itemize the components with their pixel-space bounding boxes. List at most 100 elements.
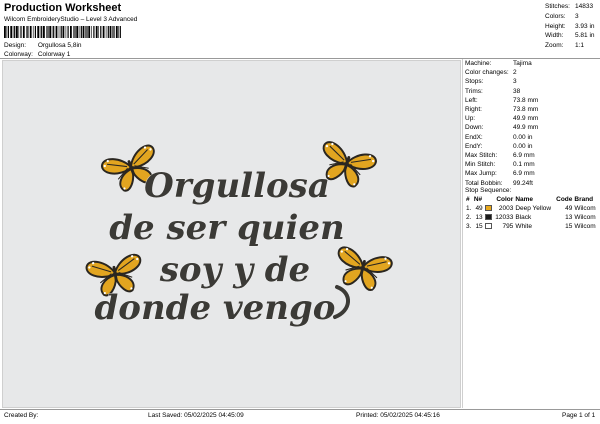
worksheet-title: Production Worksheet xyxy=(4,2,122,14)
info-value: 73.8 mm xyxy=(513,96,539,104)
thread-code: 49 xyxy=(565,205,573,212)
barcode-bar xyxy=(32,26,34,38)
stat-row: Height: 3.93 in xyxy=(545,22,595,32)
stop-number: 1. xyxy=(466,205,472,212)
design-preview: Orgullosa de ser quien soy y de donde ve… xyxy=(2,60,461,408)
barcode-bar xyxy=(51,26,53,38)
info-row: Max Stitch: 6.9 mm xyxy=(465,151,600,160)
info-label: EndY: xyxy=(465,142,483,150)
barcode-bar xyxy=(73,26,74,38)
barcode-bar xyxy=(6,26,8,38)
barcode-bar xyxy=(37,26,40,38)
swatch-box xyxy=(484,205,492,212)
color-code: 795 xyxy=(502,223,514,230)
stat-row: Zoom: 1:1 xyxy=(545,41,595,51)
stat-row: Stitches: 14833 xyxy=(545,2,595,12)
col-code: Code xyxy=(556,196,573,203)
col-stop: # xyxy=(466,196,470,203)
info-row: Right: 73.8 mm xyxy=(465,105,600,114)
stat-value: 3 xyxy=(575,12,579,20)
barcode-bar xyxy=(76,26,79,38)
barcode-bar xyxy=(10,26,13,38)
color-code: 12033 xyxy=(495,214,514,221)
barcode-bar xyxy=(67,26,69,38)
info-label: Max Stitch: xyxy=(465,152,498,160)
design-artwork: Orgullosa de ser quien soy y de donde ve… xyxy=(84,139,394,328)
info-row: Down: 49.9 mm xyxy=(465,123,600,132)
barcode-bar xyxy=(22,26,25,38)
col-needle: N# xyxy=(473,196,483,203)
colorway-value: Colorway 1 xyxy=(37,51,71,58)
page-number: Page 1 of 1 xyxy=(562,412,596,419)
barcode-bar xyxy=(62,26,65,38)
barcode-bar xyxy=(58,26,60,38)
design-label: Design: xyxy=(4,42,27,49)
barcode-bar xyxy=(118,26,119,38)
stop-number: 2. xyxy=(466,214,472,221)
design-row: Design: Orgullosa 5,8in xyxy=(4,42,82,49)
barcode-bar xyxy=(26,26,27,38)
barcode-bar xyxy=(82,26,85,38)
barcode-bar xyxy=(93,26,95,38)
barcode-bar xyxy=(95,26,98,38)
thread-brand: Wilcom xyxy=(574,214,596,221)
info-row: Up: 49.9 mm xyxy=(465,114,600,123)
barcode-bar xyxy=(109,26,112,38)
created-by: Created By: xyxy=(4,412,39,419)
barcode-bar xyxy=(4,26,6,38)
barcode-bar xyxy=(49,26,52,38)
stat-label: Colors: xyxy=(545,12,566,20)
barcode-bar xyxy=(105,26,107,38)
stop-number: 3. xyxy=(466,223,472,230)
info-label: Max Jump: xyxy=(465,170,497,178)
worksheet: Production Worksheet Wilcom EmbroiderySt… xyxy=(0,0,600,424)
info-value: 0.00 in xyxy=(513,133,533,141)
thread-code: 15 xyxy=(565,223,573,230)
info-value: 6.9 mm xyxy=(513,170,535,178)
info-label: Trims: xyxy=(465,87,483,95)
barcode-bar xyxy=(70,26,72,38)
needle-number: 15 xyxy=(475,223,483,230)
info-row: Left: 73.8 mm xyxy=(465,96,600,105)
butterfly-mid-right xyxy=(330,245,394,295)
color-name: Black xyxy=(515,214,532,221)
colorway-label: Colorway: xyxy=(4,51,33,58)
barcode-bar xyxy=(91,26,92,38)
barcode-bar xyxy=(115,26,118,38)
info-label: Up: xyxy=(465,115,476,123)
barcode-bar xyxy=(102,26,105,38)
barcode-bar xyxy=(20,26,22,38)
barcode xyxy=(4,26,121,38)
barcode-bar xyxy=(43,26,45,38)
info-label: Stops: xyxy=(465,78,484,86)
stat-row: Width: 5.81 in xyxy=(545,31,595,41)
info-label: EndX: xyxy=(465,133,483,141)
barcode-bar xyxy=(100,26,102,38)
colorway-row: Colorway: Colorway 1 xyxy=(4,51,70,58)
barcode-bar xyxy=(86,26,88,38)
barcode-bar xyxy=(41,26,43,38)
info-value: 2 xyxy=(513,69,517,77)
side-divider xyxy=(462,59,463,408)
info-value: 3 xyxy=(513,78,517,86)
barcode-bar xyxy=(85,26,86,38)
needle-number: 13 xyxy=(475,214,483,221)
info-label: Color changes: xyxy=(465,69,509,77)
table-header-row: # N# Color Name Code Brand xyxy=(465,195,598,204)
stop-sequence-table: # N# Color Name Code Brand 1. 49 2003 Deep … xyxy=(465,195,598,231)
barcode-bar xyxy=(88,26,91,38)
printed-date: Printed: 05/02/2025 04:45:16 xyxy=(356,412,440,419)
stat-label: Height: xyxy=(545,22,566,30)
stat-label: Stitches: xyxy=(545,3,570,10)
swatch-box xyxy=(484,214,492,221)
stat-label: Zoom: xyxy=(545,42,564,50)
info-value: 73.8 mm xyxy=(513,106,539,114)
table-row: 2. 13 12033 Black 13 Wilcom xyxy=(465,213,598,222)
info-row: EndY: 0.00 in xyxy=(465,142,600,151)
table-row: 3. 15 795 White 15 Wilcom xyxy=(465,222,598,231)
software-name: Wilcom EmbroideryStudio – Level 3 Advanc… xyxy=(4,16,138,23)
machine-info: Machine: Tajima Color changes: 2 Stops: 3 Trim… xyxy=(465,59,600,188)
info-row: Stops: 3 xyxy=(465,77,600,86)
info-value: Tajima xyxy=(513,60,532,67)
info-value: 49.9 mm xyxy=(513,115,539,123)
